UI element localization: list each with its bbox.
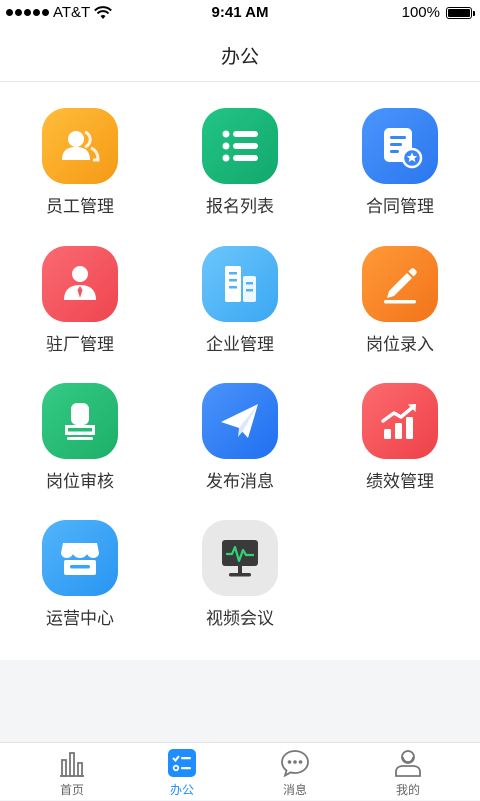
store-icon	[42, 520, 118, 596]
tab-label: 办公	[169, 783, 194, 797]
contract-icon	[362, 108, 438, 184]
bar-chart-icon	[60, 752, 84, 777]
stamp-icon	[42, 383, 118, 459]
battery-icon	[446, 6, 475, 19]
grid-item-label: 企业管理	[206, 335, 274, 355]
grid-item-label: 报名列表	[206, 197, 274, 217]
grid-item-publish-message[interactable]: 发布消息	[160, 383, 320, 508]
grid-item-position-entry[interactable]: 岗位录入	[320, 246, 480, 371]
staff-icon	[42, 108, 118, 184]
grid-item-label: 岗位录入	[366, 335, 434, 355]
resident-icon	[42, 246, 118, 322]
grid-item-signup-list[interactable]: 报名列表	[160, 108, 320, 233]
grid-item-label: 合同管理	[366, 197, 434, 217]
tab-messages[interactable]: 消息	[235, 743, 355, 801]
monitor-icon	[202, 520, 278, 596]
grid-item-contract-management[interactable]: 合同管理	[320, 108, 480, 233]
tab-office[interactable]: 办公	[122, 743, 242, 801]
growth-chart-icon	[362, 383, 438, 459]
paper-plane-icon	[202, 383, 278, 459]
grid-item-resident-management[interactable]: 驻厂管理	[0, 246, 160, 371]
checklist-icon	[168, 749, 196, 777]
user-icon	[395, 750, 421, 777]
grid-item-label: 发布消息	[206, 472, 274, 492]
grid-item-video-conference[interactable]: 视频会议	[160, 520, 320, 645]
grid-item-label: 员工管理	[46, 197, 114, 217]
grid-item-label: 驻厂管理	[46, 335, 114, 355]
grid-item-label: 绩效管理	[366, 472, 434, 492]
grid-item-position-review[interactable]: 岗位审核	[0, 383, 160, 508]
navigation-bar: 办公	[0, 26, 480, 82]
grid-item-label: 视频会议	[206, 609, 274, 629]
tab-home[interactable]: 首页	[12, 743, 132, 801]
tab-profile[interactable]: 我的	[348, 743, 468, 801]
office-grid: 员工管理 报名列表 合同管理 驻厂管理 企业管理 岗位录入 岗位审核 发布消息 …	[0, 82, 480, 660]
list-icon	[202, 108, 278, 184]
grid-item-label: 岗位审核	[46, 472, 114, 492]
page-title: 办公	[220, 46, 259, 68]
grid-item-staff-management[interactable]: 员工管理	[0, 108, 160, 233]
chat-bubble-icon	[281, 750, 309, 778]
grid-item-operations-center[interactable]: 运营中心	[0, 520, 160, 645]
battery-percent: 100%	[401, 4, 440, 21]
grid-item-performance-management[interactable]: 绩效管理	[320, 383, 480, 508]
status-bar: AT&T 9:41 AM 100%	[0, 0, 480, 26]
pencil-icon	[362, 246, 438, 322]
tab-label: 我的	[395, 783, 420, 797]
grid-item-label: 运营中心	[46, 609, 114, 629]
tab-label: 首页	[59, 783, 84, 797]
building-icon	[202, 246, 278, 322]
tab-label: 消息	[282, 783, 307, 797]
grid-item-enterprise-management[interactable]: 企业管理	[160, 246, 320, 371]
tab-bar: 首页 办公 消息 我的	[0, 742, 480, 800]
